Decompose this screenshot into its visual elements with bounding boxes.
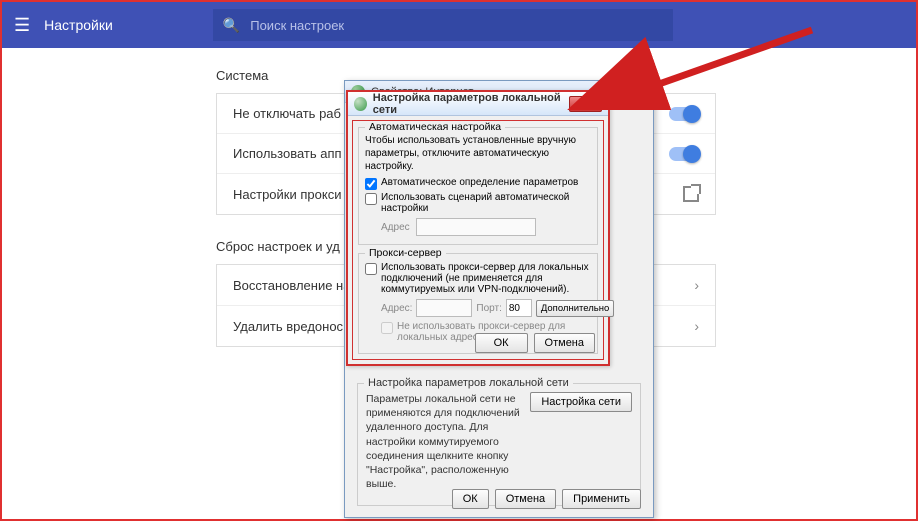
- lan-settings-fieldset: Настройка параметров локальной сети Пара…: [357, 383, 641, 506]
- bypass-local-input: [381, 322, 393, 334]
- auto-config-legend: Автоматическая настройка: [365, 121, 505, 133]
- proxy-port-label: Порт:: [476, 303, 501, 314]
- chevron-right-icon: ›: [694, 318, 699, 334]
- lan-dialog-title: Настройка параметров локальной сети: [373, 92, 569, 116]
- row-label: Не отключать раб: [233, 106, 341, 121]
- auto-config-desc: Чтобы использовать установленные вручную…: [365, 134, 591, 173]
- lan-settings-dialog: Настройка параметров локальной сети ✕ Ав…: [346, 90, 610, 366]
- page-title: Настройки: [44, 17, 113, 33]
- search-icon: 🔍: [223, 17, 240, 34]
- lan-ok-button[interactable]: ОК: [475, 333, 528, 353]
- toggle-on[interactable]: [669, 147, 699, 161]
- proxy-port-input[interactable]: [506, 299, 532, 317]
- use-script-checkbox[interactable]: Использовать сценарий автоматической нас…: [365, 192, 591, 214]
- close-button[interactable]: ✕: [569, 96, 602, 112]
- script-address-input: [416, 218, 536, 236]
- cancel-button[interactable]: Отмена: [495, 489, 556, 509]
- search-input[interactable]: [250, 18, 663, 33]
- row-label: Настройки прокси: [233, 187, 341, 202]
- lan-cancel-button[interactable]: Отмена: [534, 333, 595, 353]
- toggle-on[interactable]: [669, 107, 699, 121]
- advanced-button[interactable]: Дополнительно: [536, 300, 614, 317]
- script-address-label: Адрес: [381, 222, 410, 233]
- lan-fieldset-legend: Настройка параметров локальной сети: [364, 377, 573, 389]
- proxy-address-input: [416, 299, 472, 317]
- chevron-right-icon: ›: [694, 277, 699, 293]
- lan-settings-button[interactable]: Настройка сети: [530, 392, 632, 412]
- use-proxy-checkbox[interactable]: Использовать прокси-сервер для локальных…: [365, 262, 591, 295]
- use-script-input[interactable]: [365, 193, 377, 205]
- auto-detect-label: Автоматическое определение параметров: [381, 177, 578, 188]
- use-proxy-label: Использовать прокси-сервер для локальных…: [381, 262, 591, 295]
- proxy-address-label: Адрес:: [381, 303, 412, 314]
- use-proxy-input[interactable]: [365, 263, 377, 275]
- apply-button[interactable]: Применить: [562, 489, 641, 509]
- lan-dialog-titlebar[interactable]: Настройка параметров локальной сети ✕: [348, 92, 608, 116]
- search-box[interactable]: 🔍: [213, 9, 673, 41]
- auto-detect-checkbox[interactable]: Автоматическое определение параметров: [365, 177, 591, 190]
- row-label: Восстановление на: [233, 278, 350, 293]
- auto-detect-input[interactable]: [365, 178, 377, 190]
- menu-icon[interactable]: ☰: [14, 15, 30, 36]
- row-label: Удалить вредонос: [233, 319, 343, 334]
- row-label: Использовать апп: [233, 146, 342, 161]
- auto-config-fieldset: Автоматическая настройка Чтобы использов…: [358, 127, 598, 245]
- settings-topbar: ☰ Настройки 🔍: [2, 2, 916, 48]
- use-script-label: Использовать сценарий автоматической нас…: [381, 192, 591, 214]
- ok-button[interactable]: ОК: [452, 489, 489, 509]
- lan-desc: Параметры локальной сети не применяются …: [366, 392, 522, 491]
- launch-icon: [683, 186, 699, 202]
- globe-icon: [354, 97, 367, 111]
- help-button[interactable]: ?: [627, 84, 647, 100]
- proxy-legend: Прокси-сервер: [365, 247, 446, 259]
